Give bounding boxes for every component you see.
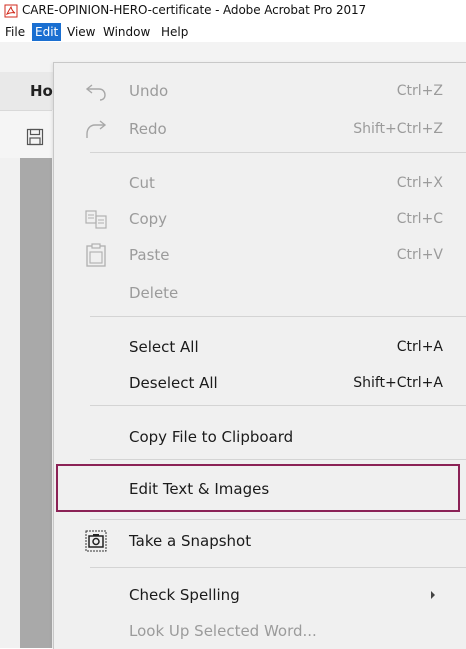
check-spelling-label: Check Spelling bbox=[129, 586, 240, 604]
menu-item-paste[interactable]: Paste Ctrl+V bbox=[54, 237, 466, 273]
cut-label: Cut bbox=[129, 174, 155, 192]
menu-separator bbox=[90, 567, 466, 568]
edit-menu-dropdown: Undo Ctrl+Z Redo Shift+Ctrl+Z Cut Ctrl+X… bbox=[53, 62, 466, 649]
window-title: CARE-OPINION-HERO-certificate - Adobe Ac… bbox=[22, 3, 367, 17]
menu-bar: File Edit View Window Help bbox=[0, 22, 466, 42]
menu-item-look-up-selected-word[interactable]: Look Up Selected Word... bbox=[54, 613, 466, 649]
redo-shortcut: Shift+Ctrl+Z bbox=[353, 121, 443, 137]
menu-item-delete[interactable]: Delete bbox=[54, 275, 466, 311]
cut-shortcut: Ctrl+X bbox=[396, 175, 443, 191]
copy-icon bbox=[85, 210, 107, 229]
menu-separator bbox=[90, 405, 466, 406]
menu-view[interactable]: View bbox=[64, 23, 98, 41]
menu-item-check-spelling[interactable]: Check Spelling bbox=[54, 577, 466, 613]
menu-separator bbox=[90, 519, 466, 520]
menu-separator bbox=[90, 459, 466, 460]
copy-shortcut: Ctrl+C bbox=[396, 211, 443, 227]
menu-item-take-snapshot[interactable]: Take a Snapshot bbox=[54, 523, 466, 559]
acrobat-pdf-icon bbox=[4, 4, 18, 18]
paste-shortcut: Ctrl+V bbox=[396, 247, 443, 263]
left-panel bbox=[0, 158, 20, 648]
menu-item-copy[interactable]: Copy Ctrl+C bbox=[54, 201, 466, 237]
menu-item-deselect-all[interactable]: Deselect All Shift+Ctrl+A bbox=[54, 365, 466, 401]
camera-icon bbox=[85, 530, 107, 552]
menu-file[interactable]: File bbox=[2, 23, 28, 41]
select-all-shortcut: Ctrl+A bbox=[396, 339, 443, 355]
copy-file-label: Copy File to Clipboard bbox=[129, 428, 294, 446]
snapshot-label: Take a Snapshot bbox=[129, 532, 252, 550]
menu-item-cut[interactable]: Cut Ctrl+X bbox=[54, 165, 466, 201]
menu-item-select-all[interactable]: Select All Ctrl+A bbox=[54, 329, 466, 365]
menu-separator bbox=[90, 316, 466, 317]
menu-help[interactable]: Help bbox=[158, 23, 191, 41]
highlight-box bbox=[56, 464, 460, 512]
menu-item-undo[interactable]: Undo Ctrl+Z bbox=[54, 73, 466, 109]
undo-icon bbox=[85, 84, 106, 101]
submenu-arrow-icon bbox=[431, 591, 435, 599]
menu-window[interactable]: Window bbox=[100, 23, 153, 41]
paste-label: Paste bbox=[129, 246, 170, 264]
delete-label: Delete bbox=[129, 284, 179, 302]
paste-icon bbox=[86, 243, 106, 267]
menu-item-copy-file-to-clipboard[interactable]: Copy File to Clipboard bbox=[54, 419, 466, 455]
redo-icon bbox=[86, 120, 107, 138]
title-bar: CARE-OPINION-HERO-certificate - Adobe Ac… bbox=[0, 0, 466, 22]
redo-label: Redo bbox=[129, 120, 167, 138]
undo-label: Undo bbox=[129, 82, 169, 100]
save-icon[interactable] bbox=[26, 128, 44, 146]
menu-item-redo[interactable]: Redo Shift+Ctrl+Z bbox=[54, 111, 466, 147]
menu-separator bbox=[90, 152, 466, 153]
deselect-all-shortcut: Shift+Ctrl+A bbox=[353, 375, 443, 391]
menu-edit[interactable]: Edit bbox=[32, 23, 62, 41]
select-all-label: Select All bbox=[129, 338, 199, 356]
look-up-label: Look Up Selected Word... bbox=[129, 622, 317, 640]
document-area bbox=[20, 158, 52, 648]
undo-shortcut: Ctrl+Z bbox=[396, 83, 443, 99]
deselect-all-label: Deselect All bbox=[129, 374, 218, 392]
copy-label: Copy bbox=[129, 210, 168, 228]
